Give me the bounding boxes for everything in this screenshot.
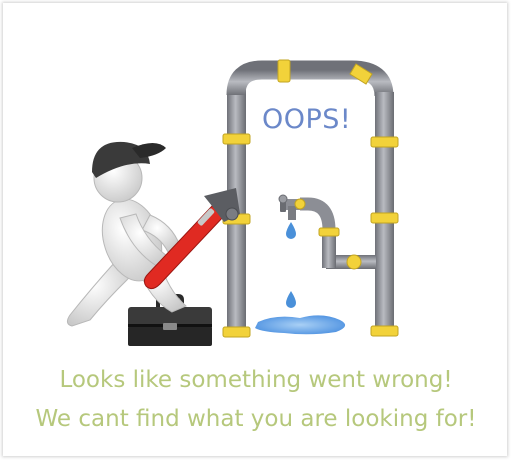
leaking-pipe-icon [222, 59, 399, 338]
water-drop-icon [286, 222, 296, 239]
error-message-line-2: We cant find what you are looking for! [35, 406, 477, 432]
error-page: OOPS! Looks like something went wrong! W… [0, 0, 512, 460]
plumber-figure-icon [66, 141, 187, 327]
oops-text: OOPS! [262, 104, 352, 135]
water-drop-icon [286, 291, 296, 308]
error-message-line-1: Looks like something went wrong! [59, 367, 453, 393]
water-puddle-icon [255, 315, 346, 335]
